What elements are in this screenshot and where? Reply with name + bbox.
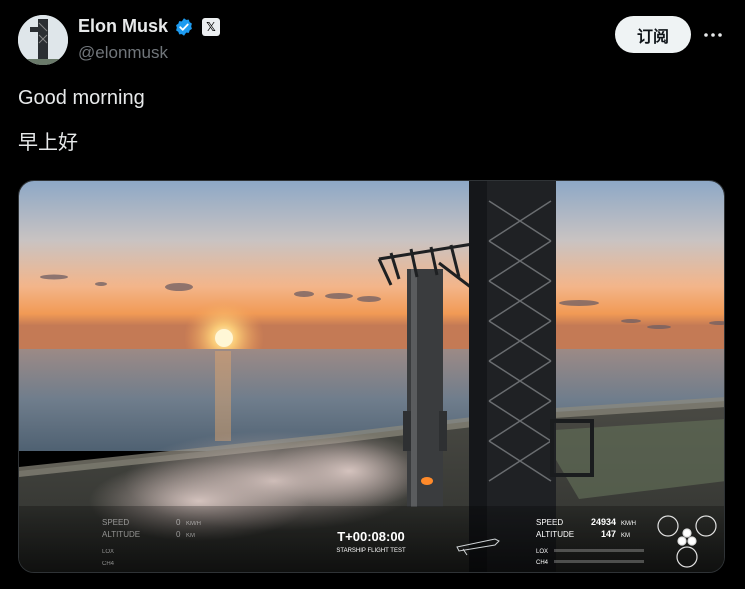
right-speed-value: 24934 <box>591 517 616 527</box>
post-text-line-2: 早上好 <box>18 130 78 154</box>
mission-timer: T+00:08:00 <box>337 529 405 544</box>
avatar[interactable] <box>18 15 68 65</box>
right-speed-unit: KM/H <box>621 521 636 527</box>
right-lox-label: LOX <box>536 549 548 555</box>
ch4-bar <box>554 560 644 563</box>
author-name-row: Elon Musk 𝕏 <box>78 16 221 37</box>
author-handle[interactable]: @elonmusk <box>78 43 168 63</box>
left-speed-label: SPEED <box>102 518 129 527</box>
mission-subtitle: STARSHIP FLIGHT TEST <box>336 548 406 554</box>
x-affiliation-icon[interactable]: 𝕏 <box>202 17 221 36</box>
launch-photo: SPEED 0 KM/H ALTITUDE 0 KM LOX CH4 T+00:… <box>19 181 724 572</box>
right-altitude-value: 147 <box>601 529 616 539</box>
subscribe-button[interactable]: 订阅 <box>615 16 691 53</box>
left-speed-unit: KM/H <box>186 521 201 527</box>
avatar-image <box>18 15 68 65</box>
left-speed-value: 0 <box>176 518 181 527</box>
author-name[interactable]: Elon Musk <box>78 16 168 37</box>
right-ch4-label: CH4 <box>536 560 549 566</box>
lox-bar <box>554 549 644 552</box>
left-altitude-unit: KM <box>186 533 195 539</box>
left-ch4-label: CH4 <box>102 561 115 567</box>
left-altitude-label: ALTITUDE <box>102 530 140 539</box>
right-altitude-unit: KM <box>621 533 630 539</box>
left-altitude-value: 0 <box>176 530 181 539</box>
right-speed-label: SPEED <box>536 518 563 527</box>
left-lox-label: LOX <box>102 549 114 555</box>
verified-badge-icon[interactable] <box>174 17 194 37</box>
more-options-icon[interactable] <box>700 22 726 48</box>
post-media-image[interactable]: SPEED 0 KM/H ALTITUDE 0 KM LOX CH4 T+00:… <box>18 180 725 573</box>
right-altitude-label: ALTITUDE <box>536 530 574 539</box>
post-text-line-1: Good morning <box>18 87 145 109</box>
